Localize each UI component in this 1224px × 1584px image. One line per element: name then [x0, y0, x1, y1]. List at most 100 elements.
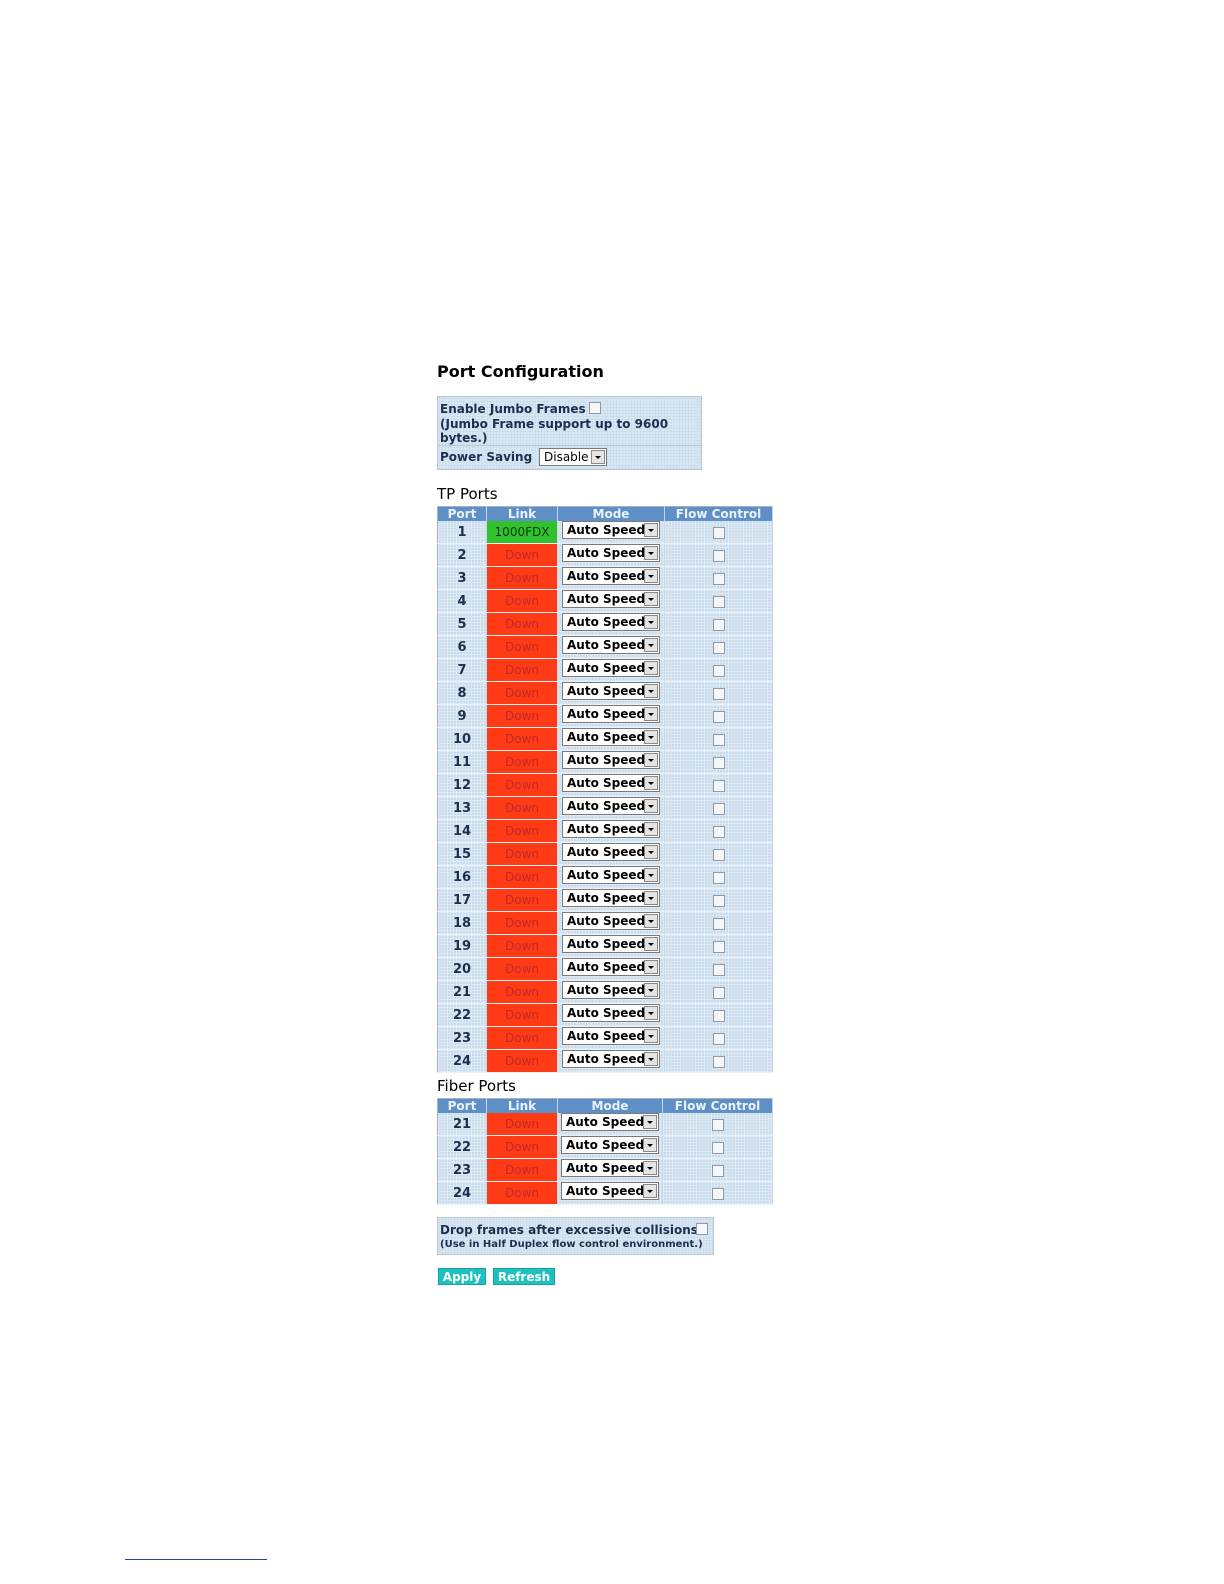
- flow-control-checkbox[interactable]: [711, 1142, 724, 1154]
- mode-select[interactable]: Auto Speed: [562, 866, 660, 884]
- mode-select[interactable]: Auto Speed: [562, 843, 660, 861]
- flow-control-checkbox[interactable]: [712, 1010, 725, 1022]
- mode-cell: Auto Speed: [557, 957, 665, 981]
- flow-control-checkbox[interactable]: [712, 780, 725, 792]
- mode-select[interactable]: Auto Speed: [561, 1113, 659, 1131]
- flow-control-checkbox[interactable]: [712, 1033, 725, 1045]
- mode-select[interactable]: Auto Speed: [562, 958, 660, 976]
- flow-control-checkbox[interactable]: [712, 550, 725, 562]
- mode-select[interactable]: Auto Speed: [562, 728, 660, 746]
- flow-control-checkbox[interactable]: [712, 1056, 725, 1068]
- chevron-down-icon[interactable]: [644, 868, 658, 882]
- mode-select[interactable]: Auto Speed: [561, 1182, 659, 1200]
- mode-select[interactable]: Auto Speed: [562, 544, 660, 562]
- flow-control-checkbox[interactable]: [712, 642, 725, 654]
- chevron-down-icon[interactable]: [643, 1184, 657, 1198]
- drop-frames-checkbox[interactable]: [696, 1223, 708, 1235]
- flow-control-checkbox[interactable]: [712, 987, 725, 999]
- flow-control-checkbox[interactable]: [711, 1188, 724, 1200]
- flow-control-cell: [664, 980, 773, 1004]
- flow-control-checkbox[interactable]: [711, 1119, 724, 1131]
- flow-control-checkbox[interactable]: [712, 711, 725, 723]
- mode-select[interactable]: Auto Speed: [562, 797, 660, 815]
- flow-control-checkbox[interactable]: [712, 895, 725, 907]
- mode-select[interactable]: Auto Speed: [562, 935, 660, 953]
- flow-control-checkbox[interactable]: [712, 826, 725, 838]
- chevron-down-icon[interactable]: [644, 914, 658, 928]
- chevron-down-icon[interactable]: [643, 1161, 657, 1175]
- page-title: Port Configuration: [437, 362, 604, 381]
- chevron-down-icon[interactable]: [644, 1029, 658, 1043]
- mode-select[interactable]: Auto Speed: [562, 1004, 660, 1022]
- mode-select[interactable]: Auto Speed: [561, 1136, 659, 1154]
- flow-control-checkbox[interactable]: [712, 527, 725, 539]
- table-row: 23 Down Auto Speed: [437, 1158, 773, 1182]
- flow-control-checkbox[interactable]: [712, 803, 725, 815]
- apply-button[interactable]: Apply: [438, 1268, 486, 1285]
- flow-control-checkbox[interactable]: [712, 849, 725, 861]
- chevron-down-icon[interactable]: [644, 684, 658, 698]
- chevron-down-icon[interactable]: [643, 1115, 657, 1129]
- flow-control-checkbox[interactable]: [712, 757, 725, 769]
- chevron-down-icon[interactable]: [644, 799, 658, 813]
- mode-select[interactable]: Auto Speed: [562, 521, 660, 539]
- chevron-down-icon[interactable]: [591, 450, 605, 464]
- chevron-down-icon[interactable]: [644, 1006, 658, 1020]
- mode-select[interactable]: Auto Speed: [562, 636, 660, 654]
- flow-control-checkbox[interactable]: [712, 941, 725, 953]
- flow-control-checkbox[interactable]: [712, 596, 725, 608]
- flow-control-checkbox[interactable]: [712, 872, 725, 884]
- chevron-down-icon[interactable]: [644, 569, 658, 583]
- chevron-down-icon[interactable]: [644, 937, 658, 951]
- mode-select[interactable]: Auto Speed: [561, 1159, 659, 1177]
- mode-select[interactable]: Auto Speed: [562, 590, 660, 608]
- chevron-down-icon[interactable]: [644, 1052, 658, 1066]
- mode-select[interactable]: Auto Speed: [562, 1050, 660, 1068]
- mode-select[interactable]: Auto Speed: [562, 751, 660, 769]
- flow-control-checkbox[interactable]: [712, 734, 725, 746]
- flow-control-checkbox[interactable]: [711, 1165, 724, 1177]
- mode-select[interactable]: Auto Speed: [562, 659, 660, 677]
- chevron-down-icon[interactable]: [644, 776, 658, 790]
- power-saving-select[interactable]: Disable: [539, 448, 607, 466]
- table-row: 23 Down Auto Speed: [437, 1026, 773, 1050]
- mode-select[interactable]: Auto Speed: [562, 567, 660, 585]
- chevron-down-icon[interactable]: [644, 707, 658, 721]
- refresh-button[interactable]: Refresh: [493, 1268, 555, 1285]
- flow-control-checkbox[interactable]: [712, 918, 725, 930]
- flow-control-checkbox[interactable]: [712, 688, 725, 700]
- mode-select[interactable]: Auto Speed: [562, 981, 660, 999]
- chevron-down-icon[interactable]: [644, 546, 658, 560]
- flow-control-checkbox[interactable]: [712, 573, 725, 585]
- flow-control-checkbox[interactable]: [712, 619, 725, 631]
- flow-control-checkbox[interactable]: [712, 665, 725, 677]
- flow-control-checkbox[interactable]: [712, 964, 725, 976]
- mode-value: Auto Speed: [567, 822, 646, 836]
- link-status: Down: [486, 1113, 558, 1136]
- chevron-down-icon[interactable]: [644, 592, 658, 606]
- table-row: 8 Down Auto Speed: [437, 681, 773, 705]
- mode-select[interactable]: Auto Speed: [562, 912, 660, 930]
- chevron-down-icon[interactable]: [644, 523, 658, 537]
- mode-value: Auto Speed: [567, 569, 646, 583]
- chevron-down-icon[interactable]: [644, 753, 658, 767]
- chevron-down-icon[interactable]: [644, 661, 658, 675]
- chevron-down-icon[interactable]: [644, 638, 658, 652]
- chevron-down-icon[interactable]: [644, 822, 658, 836]
- chevron-down-icon[interactable]: [644, 983, 658, 997]
- mode-select[interactable]: Auto Speed: [562, 1027, 660, 1045]
- chevron-down-icon[interactable]: [644, 730, 658, 744]
- chevron-down-icon[interactable]: [644, 891, 658, 905]
- mode-select[interactable]: Auto Speed: [562, 705, 660, 723]
- chevron-down-icon[interactable]: [643, 1138, 657, 1152]
- mode-select[interactable]: Auto Speed: [562, 774, 660, 792]
- mode-cell: Auto Speed: [557, 612, 665, 636]
- mode-select[interactable]: Auto Speed: [562, 889, 660, 907]
- chevron-down-icon[interactable]: [644, 960, 658, 974]
- mode-select[interactable]: Auto Speed: [562, 613, 660, 631]
- mode-select[interactable]: Auto Speed: [562, 820, 660, 838]
- chevron-down-icon[interactable]: [644, 615, 658, 629]
- chevron-down-icon[interactable]: [644, 845, 658, 859]
- jumbo-frames-checkbox[interactable]: [589, 402, 601, 414]
- mode-select[interactable]: Auto Speed: [562, 682, 660, 700]
